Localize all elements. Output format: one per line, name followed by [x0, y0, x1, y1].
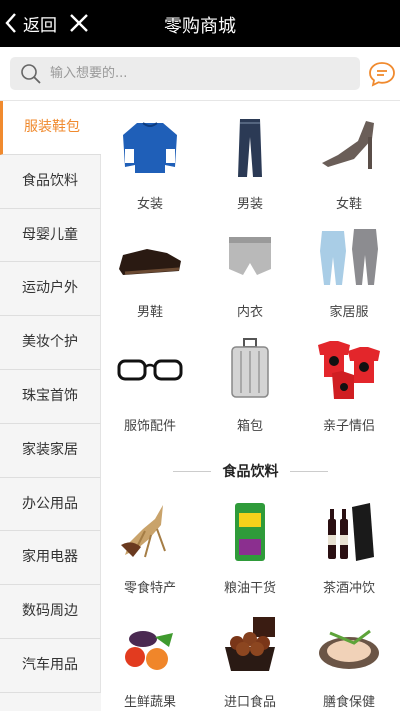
category-label: 内衣 [236, 305, 263, 320]
category-cell[interactable]: 女装 [101, 115, 199, 212]
category-cell[interactable]: 箱包 [201, 337, 299, 434]
category-cell[interactable]: 零食特产 [101, 499, 199, 596]
search-input[interactable] [50, 57, 350, 90]
glasses-icon [117, 359, 183, 381]
category-label: 女鞋 [335, 197, 362, 212]
category-cell[interactable]: 膳食保健 [300, 613, 398, 710]
sidebar-item-apparel[interactable]: 服装鞋包 [0, 101, 101, 155]
message-icon[interactable] [368, 61, 396, 87]
ginseng-icon [121, 505, 166, 558]
high-heel-icon [322, 121, 374, 169]
category-label: 生鲜蔬果 [123, 695, 176, 710]
category-label: 膳食保健 [322, 695, 375, 710]
category-label: 男装 [236, 197, 263, 212]
divider [290, 471, 328, 472]
category-cell[interactable]: 家居服 [300, 223, 398, 320]
category-cell[interactable]: 粮油干货 [201, 499, 299, 596]
search-box [10, 57, 360, 90]
sidebar-item-home[interactable]: 家装家居 [0, 423, 101, 478]
rice-bag-icon [235, 503, 265, 561]
category-label: 家居服 [329, 305, 369, 320]
category-label: 进口食品 [223, 695, 276, 710]
leather-shoe-icon [119, 249, 181, 275]
category-cell[interactable]: 男装 [201, 115, 299, 212]
category-cell[interactable]: 男鞋 [101, 223, 199, 320]
category-label: 茶酒冲饮 [322, 581, 375, 596]
category-content: 女装 男装 女鞋 男鞋 内衣 家居服 服饰配件 箱包 亲子情侣 食品饮料 零食特… [101, 101, 400, 711]
search-icon [21, 64, 41, 84]
category-cell[interactable]: 生鲜蔬果 [101, 613, 199, 710]
category-cell[interactable]: 进口食品 [201, 613, 299, 710]
wine-icon [328, 503, 374, 561]
category-label: 服饰配件 [123, 419, 176, 434]
section-title: 食品饮料 [222, 464, 279, 480]
page-title: 零购商城 [164, 16, 236, 37]
chicken-icon [319, 629, 379, 669]
search-bar [0, 47, 400, 101]
category-sidebar: 服装鞋包 食品饮料 母婴儿童 运动户外 美妆个护 珠宝首饰 家装家居 办公用品 … [0, 101, 101, 711]
underwear-icon [229, 237, 271, 275]
sidebar-item-food[interactable]: 食品饮料 [0, 154, 101, 209]
section-heading: 食品饮料 [101, 461, 400, 481]
category-cell[interactable]: 内衣 [201, 223, 299, 320]
meatballs-icon [225, 617, 275, 671]
category-label: 男鞋 [136, 305, 163, 320]
family-tshirt-icon [318, 341, 380, 399]
category-cell[interactable]: 亲子情侣 [300, 337, 398, 434]
sweater-icon [123, 122, 177, 173]
sidebar-item-appliances[interactable]: 家用电器 [0, 531, 101, 586]
sidebar-item-baby[interactable]: 母婴儿童 [0, 208, 101, 263]
divider [173, 471, 211, 472]
sidebar-item-sports[interactable]: 运动户外 [0, 262, 101, 317]
sidebar-item-office[interactable]: 办公用品 [0, 477, 101, 532]
sidebar-item-jewelry[interactable]: 珠宝首饰 [0, 369, 101, 424]
top-bar: 返回 零购商城 [0, 0, 400, 47]
category-label: 零食特产 [123, 581, 176, 596]
vegetables-icon [125, 631, 173, 670]
category-cell[interactable]: 茶酒冲饮 [300, 499, 398, 596]
sidebar-item-beauty[interactable]: 美妆个护 [0, 316, 101, 370]
sidebar-item-auto[interactable]: 汽车用品 [0, 638, 101, 693]
category-label: 亲子情侣 [322, 419, 375, 434]
category-label: 女装 [136, 197, 163, 212]
pajamas-icon [320, 229, 378, 285]
suitcase-icon [231, 338, 269, 398]
category-label: 粮油干货 [223, 581, 276, 596]
category-cell[interactable]: 女鞋 [300, 115, 398, 212]
category-label: 箱包 [236, 419, 263, 434]
category-cell[interactable]: 服饰配件 [101, 337, 199, 434]
sidebar-item-digital[interactable]: 数码周边 [0, 585, 101, 639]
jeans-icon [238, 119, 262, 177]
